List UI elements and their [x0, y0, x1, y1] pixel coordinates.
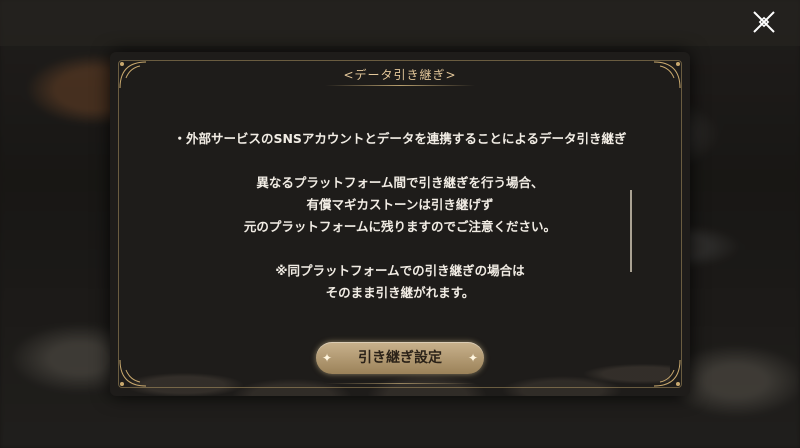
bottom-divider: [325, 383, 475, 384]
transfer-settings-label: 引き継ぎ設定: [358, 350, 442, 366]
body-text-line: 有償マギカストーンは引き継げず: [306, 197, 494, 212]
title-divider: [325, 85, 475, 86]
close-icon: [753, 11, 775, 33]
dialog-body: ・外部サービスのSNSアカウントとデータを連携することによるデータ引き継ぎ 異な…: [170, 128, 630, 304]
scrollbar[interactable]: [630, 190, 632, 272]
data-transfer-dialog: <データ引き継ぎ> ・外部サービスのSNSアカウントとデータを連携することによる…: [110, 52, 690, 396]
body-text-line: 元のプラットフォームに残りますのでご注意ください。: [243, 219, 557, 234]
dialog-title: <データ引き継ぎ>: [343, 68, 457, 82]
corner-ornament-icon: [653, 359, 681, 387]
transfer-settings-button[interactable]: ✦ 引き継ぎ設定 ✦: [316, 342, 484, 374]
body-text-line: ・外部サービスのSNSアカウントとデータを連携することによるデータ引き継ぎ: [173, 131, 627, 146]
close-button[interactable]: [750, 8, 778, 36]
sparkle-icon: ✦: [322, 351, 333, 365]
sparkle-icon: ✦: [468, 351, 479, 365]
corner-ornament-icon: [119, 359, 147, 387]
body-text-line: そのまま引き継がれます。: [325, 285, 475, 300]
body-text-line: ※同プラットフォームでの引き継ぎの場合は: [275, 263, 525, 278]
body-text-line: 異なるプラットフォーム間で引き継ぎを行う場合、: [256, 175, 544, 190]
